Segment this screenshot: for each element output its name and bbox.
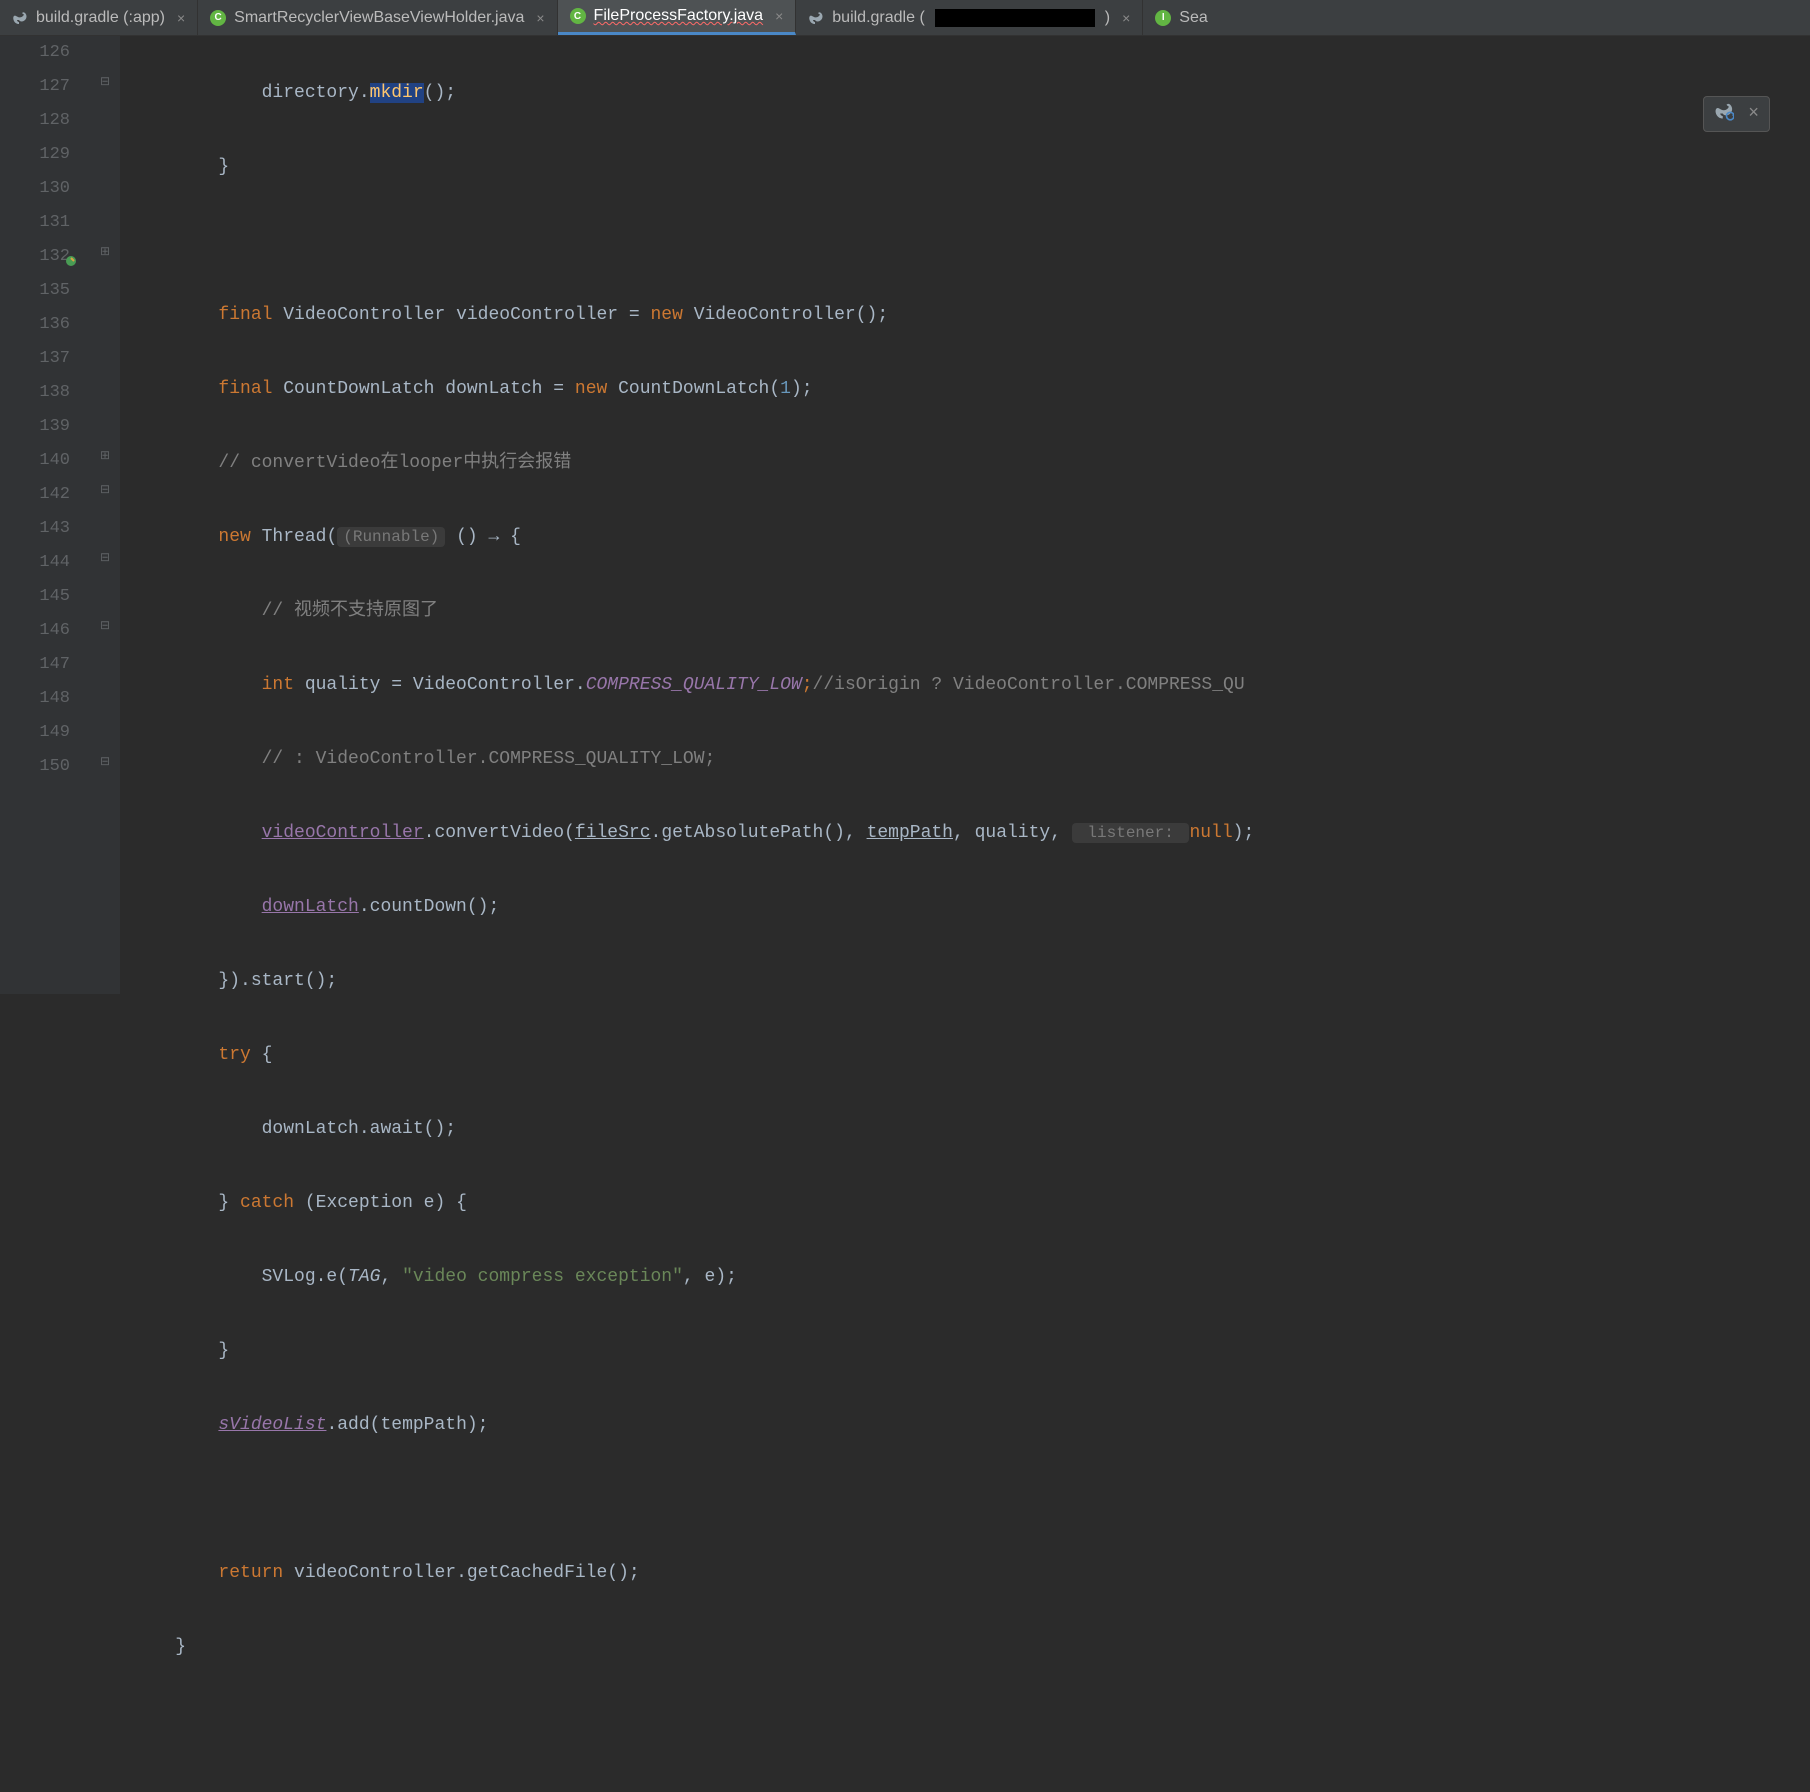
code-line[interactable]: downLatch.countDown(); bbox=[132, 890, 1810, 924]
code-line[interactable] bbox=[132, 224, 1810, 258]
line-number[interactable]: 127 bbox=[0, 70, 70, 104]
code-line[interactable]: final CountDownLatch downLatch = new Cou… bbox=[132, 372, 1810, 406]
line-number[interactable]: 145 bbox=[0, 580, 70, 614]
tab-label: SmartRecyclerViewBaseViewHolder.java bbox=[234, 9, 524, 27]
code-area[interactable]: directory.mkdir(); } final VideoControll… bbox=[120, 36, 1810, 994]
code-editor[interactable]: 126 127 128 129 130 131 132 135 136 137 … bbox=[0, 36, 1810, 994]
line-number[interactable]: 131 bbox=[0, 206, 70, 240]
line-number[interactable]: 150 bbox=[0, 750, 70, 784]
code-line[interactable]: }).start(); bbox=[132, 964, 1810, 998]
line-number[interactable]: 142 bbox=[0, 478, 70, 512]
code-line[interactable]: SVLog.e(TAG, "video compress exception",… bbox=[132, 1260, 1810, 1294]
code-line[interactable]: return videoController.getCachedFile(); bbox=[132, 1556, 1810, 1590]
close-icon[interactable]: × bbox=[177, 10, 185, 26]
line-number[interactable]: 136 bbox=[0, 308, 70, 342]
line-number[interactable]: 130 bbox=[0, 172, 70, 206]
code-line[interactable]: final VideoController videoController = … bbox=[132, 298, 1810, 332]
editor-tabs: build.gradle (:app) × C SmartRecyclerVie… bbox=[0, 0, 1810, 36]
line-number[interactable]: 147 bbox=[0, 648, 70, 682]
fold-expand-icon[interactable]: ⊞ bbox=[98, 244, 112, 259]
tab-search[interactable]: I Sea bbox=[1143, 0, 1219, 35]
code-line[interactable]: videoController.convertVideo(fileSrc.get… bbox=[132, 816, 1810, 850]
gradle-icon bbox=[12, 10, 28, 26]
code-line[interactable]: // 视频不支持原图了 bbox=[132, 594, 1810, 628]
tab-label: build.gradle (:app) bbox=[36, 9, 165, 27]
code-line[interactable] bbox=[132, 1482, 1810, 1516]
code-line[interactable]: // convertVideo在looper中执行会报错 bbox=[132, 446, 1810, 480]
tab-smartrecycler[interactable]: C SmartRecyclerViewBaseViewHolder.java × bbox=[198, 0, 557, 35]
tab-fileprocessfactory[interactable]: C FileProcessFactory.java × bbox=[558, 0, 797, 35]
fold-gutter[interactable]: ⊟ ⊞ ⊞ ⊟ ⊟ ⊟ ⊟ bbox=[92, 36, 120, 994]
fold-collapse-icon[interactable]: ⊟ bbox=[98, 74, 112, 89]
close-icon[interactable]: × bbox=[775, 8, 783, 24]
line-number[interactable]: 138 bbox=[0, 376, 70, 410]
code-line[interactable]: } bbox=[132, 150, 1810, 184]
close-icon[interactable]: × bbox=[536, 10, 544, 26]
type-hint: (Runnable) bbox=[337, 527, 445, 547]
tab-label-suffix: ) bbox=[1105, 9, 1110, 27]
line-number[interactable]: 137 bbox=[0, 342, 70, 376]
tab-label: Sea bbox=[1179, 9, 1207, 27]
close-icon[interactable]: × bbox=[1748, 104, 1759, 124]
floating-toolbar: × bbox=[1703, 96, 1770, 132]
fold-expand-icon[interactable]: ⊞ bbox=[98, 448, 112, 463]
line-number[interactable]: 132 bbox=[0, 240, 70, 274]
tab-build-gradle-app[interactable]: build.gradle (:app) × bbox=[0, 0, 198, 35]
fold-collapse-icon[interactable]: ⊟ bbox=[98, 618, 112, 633]
code-line[interactable]: directory.mkdir(); bbox=[132, 76, 1810, 110]
line-number[interactable]: 135 bbox=[0, 274, 70, 308]
code-line[interactable]: int quality = VideoController.COMPRESS_Q… bbox=[132, 668, 1810, 702]
redacted-text bbox=[935, 9, 1095, 27]
java-class-icon: C bbox=[570, 8, 586, 24]
code-line[interactable]: } bbox=[132, 1630, 1810, 1664]
code-line[interactable]: new Thread((Runnable) () → { bbox=[132, 520, 1810, 554]
code-line[interactable]: sVideoList.add(tempPath); bbox=[132, 1408, 1810, 1442]
fold-collapse-icon[interactable]: ⊟ bbox=[98, 482, 112, 497]
tab-label: build.gradle ( bbox=[832, 9, 925, 27]
tab-build-gradle-redacted[interactable]: build.gradle () × bbox=[796, 0, 1143, 35]
line-number[interactable]: 148 bbox=[0, 682, 70, 716]
close-icon[interactable]: × bbox=[1122, 10, 1130, 26]
gradle-icon bbox=[808, 10, 824, 26]
java-class-icon: C bbox=[210, 10, 226, 26]
code-line[interactable]: // : VideoController.COMPRESS_QUALITY_LO… bbox=[132, 742, 1810, 776]
tab-label: FileProcessFactory.java bbox=[594, 7, 764, 25]
fold-collapse-icon[interactable]: ⊟ bbox=[98, 754, 112, 769]
java-interface-icon: I bbox=[1155, 10, 1171, 26]
line-number[interactable]: 128 bbox=[0, 104, 70, 138]
line-number[interactable]: 139 bbox=[0, 410, 70, 444]
code-line[interactable]: downLatch.await(); bbox=[132, 1112, 1810, 1146]
code-line[interactable]: try { bbox=[132, 1038, 1810, 1072]
code-line[interactable]: } bbox=[132, 1334, 1810, 1368]
line-number-gutter[interactable]: 126 127 128 129 130 131 132 135 136 137 … bbox=[0, 36, 92, 994]
line-number[interactable]: 144 bbox=[0, 546, 70, 580]
fold-collapse-icon[interactable]: ⊟ bbox=[98, 550, 112, 565]
code-line[interactable]: } catch (Exception e) { bbox=[132, 1186, 1810, 1220]
line-number[interactable]: 146 bbox=[0, 614, 70, 648]
line-number[interactable]: 149 bbox=[0, 716, 70, 750]
line-number[interactable]: 143 bbox=[0, 512, 70, 546]
line-number[interactable]: 129 bbox=[0, 138, 70, 172]
line-number[interactable]: 140 bbox=[0, 444, 70, 478]
line-number[interactable]: 126 bbox=[0, 36, 70, 70]
param-hint: listener: bbox=[1072, 823, 1190, 843]
gradle-refresh-icon[interactable] bbox=[1714, 101, 1734, 127]
